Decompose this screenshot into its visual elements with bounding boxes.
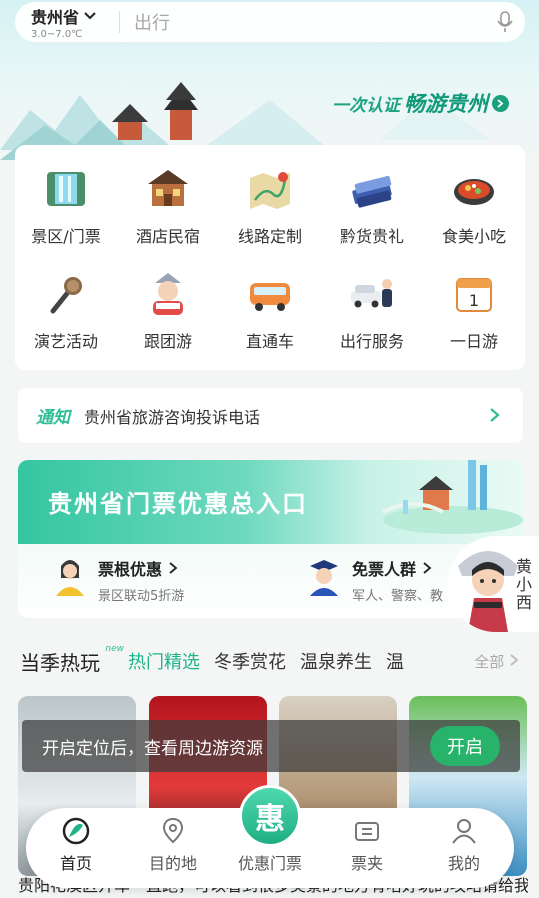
promo-item-desc: 景区联动5折游 [98,589,185,604]
section-title-text: 当季热玩 [20,650,100,675]
grid-label: 黔货贵礼 [339,227,404,246]
tab-discount-tickets[interactable]: 优惠门票 [230,846,310,874]
grid-label: 直通车 [245,332,294,351]
grid-item-gift[interactable]: 黔货贵礼 [321,155,423,260]
promo-item-ticket-stub[interactable]: 票根优惠 景区联动5折游 [52,556,184,604]
chevron-down-icon [84,12,96,20]
tab-label: 目的地 [148,854,197,873]
grid-item-food[interactable]: 食美小吃 [423,155,525,260]
gift-icon [346,163,398,215]
slogan-part1: 一次认证 [332,95,400,116]
search-bar[interactable]: 贵州省 3.0~7.0℃ 出行 [15,2,525,42]
grid-label: 线路定制 [237,227,302,246]
location-name: 贵州省 [31,8,80,27]
promo-banner[interactable]: 贵州省门票优惠总入口 [18,460,523,544]
user-icon [452,819,476,844]
tab-destination[interactable]: 目的地 [133,816,213,874]
promo-title: 贵州省门票优惠总入口 [48,490,308,518]
graduate-icon [310,560,338,596]
tab-profile[interactable]: 我的 [424,816,504,874]
slogan-banner[interactable]: 一次认证 畅游贵州 [332,88,509,118]
grid-item-performance[interactable]: 演艺活动 [15,260,117,365]
tab-label: 我的 [447,854,480,873]
location-selector[interactable]: 贵州省 3.0~7.0℃ [15,4,117,40]
toast-text: 开启定位后，查看周边游资源 [42,738,263,759]
car-service-icon [346,268,398,320]
grid-label: 演艺活动 [33,332,98,351]
chevron-right-icon [169,562,178,574]
mascot-float-button[interactable]: 黄小西 [448,536,539,632]
grid-item-group-tour[interactable]: 跟团游 [117,260,219,365]
category-grid: 景区/门票 酒店民宿 线路定制 黔货贵礼 食美小吃 演艺活动 跟团游 直通车 出… [15,145,525,370]
slogan-part2: 畅游贵州 [404,92,488,116]
person-icon [56,560,84,596]
chevron-right-icon [489,404,523,428]
tab-ticket-wallet[interactable]: 票夹 [327,816,407,874]
tab-home[interactable]: 首页 [36,816,116,874]
hotel-icon [142,163,194,215]
grid-item-day-trip[interactable]: 1 一日游 [423,260,525,365]
discount-glyph: 惠 [255,802,285,837]
microphone-icon[interactable] [485,11,525,33]
waterfall-icon [40,163,92,215]
new-badge: new [105,643,124,654]
grid-label: 食美小吃 [441,227,506,246]
promo-item-title: 免票人群 [352,560,417,579]
notice-tag: 通知 [36,408,70,428]
tab-partial[interactable]: 温 [386,648,404,674]
microphone-icon [40,268,92,320]
food-pan-icon [448,163,500,215]
grid-label: 一日游 [449,332,498,351]
ticket-promo-card[interactable]: 贵州省门票优惠总入口 票根优惠 景区联动5折游 免票人群 军人、警察、教 [18,460,523,618]
ticket-wallet-icon [355,822,379,841]
promo-item-free-ticket[interactable]: 免票人群 军人、警察、教 [306,556,443,604]
map-pin-icon [162,817,184,844]
notice-text: 贵州省旅游咨询投诉电话 [84,407,261,427]
location-toast: 开启定位后，查看周边游资源 开启 [22,720,520,772]
tab-label: 优惠门票 [237,854,302,873]
tour-guide-icon [142,268,194,320]
tab-winter-flowers[interactable]: 冬季赏花 [214,648,286,674]
grid-label: 酒店民宿 [135,227,200,246]
tab-hot-picks[interactable]: 热门精选 [128,648,200,674]
grid-label: 跟团游 [143,332,192,351]
bus-icon [244,268,296,320]
season-tabs: 当季热玩 new 热门精选 冬季赏花 温泉养生 温 全部 [20,644,525,676]
mascot-name: 黄小西 [516,557,533,612]
grid-item-route[interactable]: 线路定制 [219,155,321,260]
grid-item-travel-service[interactable]: 出行服务 [321,260,423,365]
tab-label: 票夹 [350,854,383,873]
grid-item-hotel[interactable]: 酒店民宿 [117,155,219,260]
chevron-right-icon [423,562,432,574]
search-input[interactable]: 出行 [120,9,485,35]
calendar-icon: 1 [448,268,500,320]
tab-hot-spring[interactable]: 温泉养生 [300,648,372,674]
chevron-right-icon [510,654,519,666]
home-icon [62,817,90,845]
temperature-text: 3.0~7.0℃ [31,29,83,40]
landmark-illustration [382,460,523,534]
promo-item-title: 票根优惠 [98,560,163,579]
grid-item-bus[interactable]: 直通车 [219,260,321,365]
tab-label: 首页 [59,854,92,873]
notice-bar[interactable]: 通知 贵州省旅游咨询投诉电话 [18,388,523,443]
grid-label: 景区/门票 [31,227,101,246]
section-title: 当季热玩 new [20,644,124,676]
enable-location-button[interactable]: 开启 [430,726,500,766]
discount-center-button[interactable]: 惠 [239,785,301,847]
svg-text:1: 1 [469,291,479,310]
chevron-right-icon [492,94,509,112]
tab-all-button[interactable]: 全部 [468,651,519,672]
map-route-icon [244,163,296,215]
grid-item-scenic[interactable]: 景区/门票 [15,155,117,260]
tab-all-label: 全部 [474,653,505,671]
grid-label: 出行服务 [339,332,404,351]
promo-item-desc: 军人、警察、教 [352,589,444,604]
